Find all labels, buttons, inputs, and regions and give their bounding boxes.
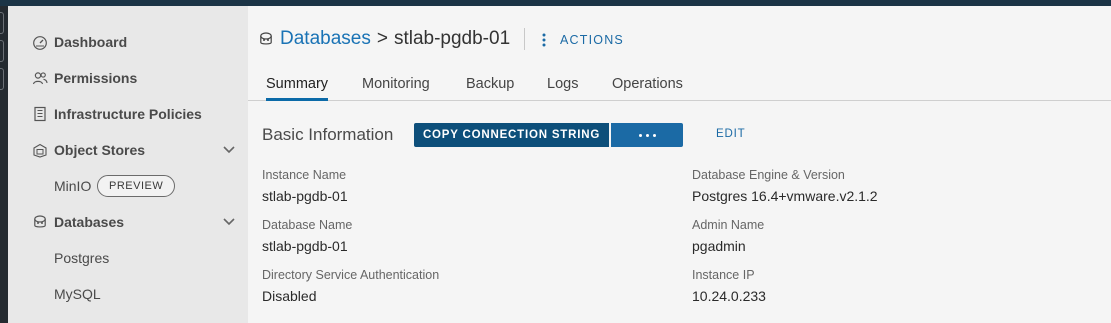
field-database-name: Database Name stlab-pgdb-01 — [262, 218, 352, 254]
sidebar-item-label: Permissions — [54, 70, 138, 86]
field-value: stlab-pgdb-01 — [262, 188, 348, 204]
field-label: Instance IP — [692, 268, 755, 282]
sidebar-item-permissions[interactable]: Permissions — [8, 60, 248, 96]
divider — [524, 28, 525, 50]
building-icon — [34, 106, 46, 122]
copy-connection-string-button[interactable]: COPY CONNECTION STRING — [414, 123, 609, 147]
sidebar: Dashboard Permissions Infrastructure Pol… — [8, 6, 248, 323]
field-value: Disabled — [262, 288, 317, 304]
field-label: Directory Service Authentication — [262, 268, 440, 282]
preview-badge: PREVIEW — [97, 175, 176, 197]
window-edge — [0, 6, 8, 323]
sidebar-item-label: Postgres — [54, 250, 110, 266]
sidebar-item-label: MinIO — [54, 178, 92, 194]
sidebar-item-object-stores[interactable]: Object Stores — [8, 132, 248, 168]
tab-logs[interactable]: Logs — [547, 76, 578, 101]
field-instance-ip: Instance IP 10.24.0.233 — [692, 268, 766, 304]
chevron-down-icon[interactable] — [222, 144, 236, 156]
field-value: 10.24.0.233 — [692, 288, 766, 304]
breadcrumb: Databases > stlab-pgdb-01 — [258, 26, 510, 52]
more-horizontal-icon — [652, 133, 656, 137]
edge-notch — [0, 40, 4, 62]
sidebar-item-dashboard[interactable]: Dashboard — [8, 24, 248, 60]
sidebar-item-label: Databases — [54, 214, 125, 230]
more-vertical-icon — [542, 33, 546, 47]
sidebar-item-label: Object Stores — [54, 142, 146, 158]
field-database-engine: Database Engine & Version Postgres 16.4+… — [692, 168, 878, 204]
page-title: stlab-pgdb-01 — [393, 28, 511, 49]
edge-notch — [0, 68, 4, 90]
more-options-button[interactable] — [611, 123, 683, 147]
field-directory-service-auth: Directory Service Authentication Disable… — [262, 268, 439, 304]
sidebar-item-minio[interactable]: MinIO PREVIEW — [8, 168, 248, 204]
main-content: Databases > stlab-pgdb-01 ACTIONS Summar… — [248, 6, 1111, 323]
section-title: Basic Information — [262, 125, 394, 144]
field-label: Admin Name — [692, 218, 765, 232]
actions-button[interactable]: ACTIONS — [542, 30, 624, 50]
object-store-icon — [33, 143, 47, 158]
tab-operations[interactable]: Operations — [612, 76, 683, 101]
field-value: pgadmin — [692, 238, 746, 254]
database-icon — [260, 32, 272, 45]
field-value: Postgres 16.4+vmware.v2.1.2 — [692, 188, 878, 204]
dashboard-icon — [33, 36, 47, 50]
more-horizontal-icon — [638, 133, 642, 137]
sidebar-item-databases[interactable]: Databases — [8, 204, 248, 240]
sidebar-item-label: MySQL — [54, 286, 101, 302]
sidebar-item-infrastructure-policies[interactable]: Infrastructure Policies — [8, 96, 248, 132]
database-icon — [34, 215, 46, 228]
sidebar-item-mysql[interactable]: MySQL — [8, 276, 248, 312]
field-label: Instance Name — [262, 168, 347, 182]
sidebar-item-label: Infrastructure Policies — [54, 106, 202, 122]
breadcrumb-separator: > — [376, 28, 388, 49]
field-admin-name: Admin Name pgadmin — [692, 218, 764, 254]
sidebar-item-postgres[interactable]: Postgres — [8, 240, 248, 276]
tab-summary[interactable]: Summary — [266, 76, 329, 101]
field-label: Database Name — [262, 218, 353, 232]
sidebar-item-label: Dashboard — [54, 34, 128, 50]
tab-bar: Summary Monitoring Backup Logs Operation… — [248, 68, 1111, 101]
edit-button[interactable]: EDIT — [716, 128, 745, 140]
breadcrumb-databases-link[interactable]: Databases — [280, 28, 371, 50]
tab-backup[interactable]: Backup — [466, 76, 514, 101]
field-instance-name: Instance Name stlab-pgdb-01 — [262, 168, 348, 204]
actions-label: ACTIONS — [560, 33, 624, 47]
edge-notch — [0, 12, 4, 34]
more-horizontal-icon — [645, 133, 649, 137]
users-icon — [32, 72, 48, 85]
chevron-down-icon[interactable] — [222, 216, 236, 228]
tab-monitoring[interactable]: Monitoring — [362, 76, 430, 101]
field-label: Database Engine & Version — [692, 168, 845, 182]
field-value: stlab-pgdb-01 — [262, 238, 348, 254]
